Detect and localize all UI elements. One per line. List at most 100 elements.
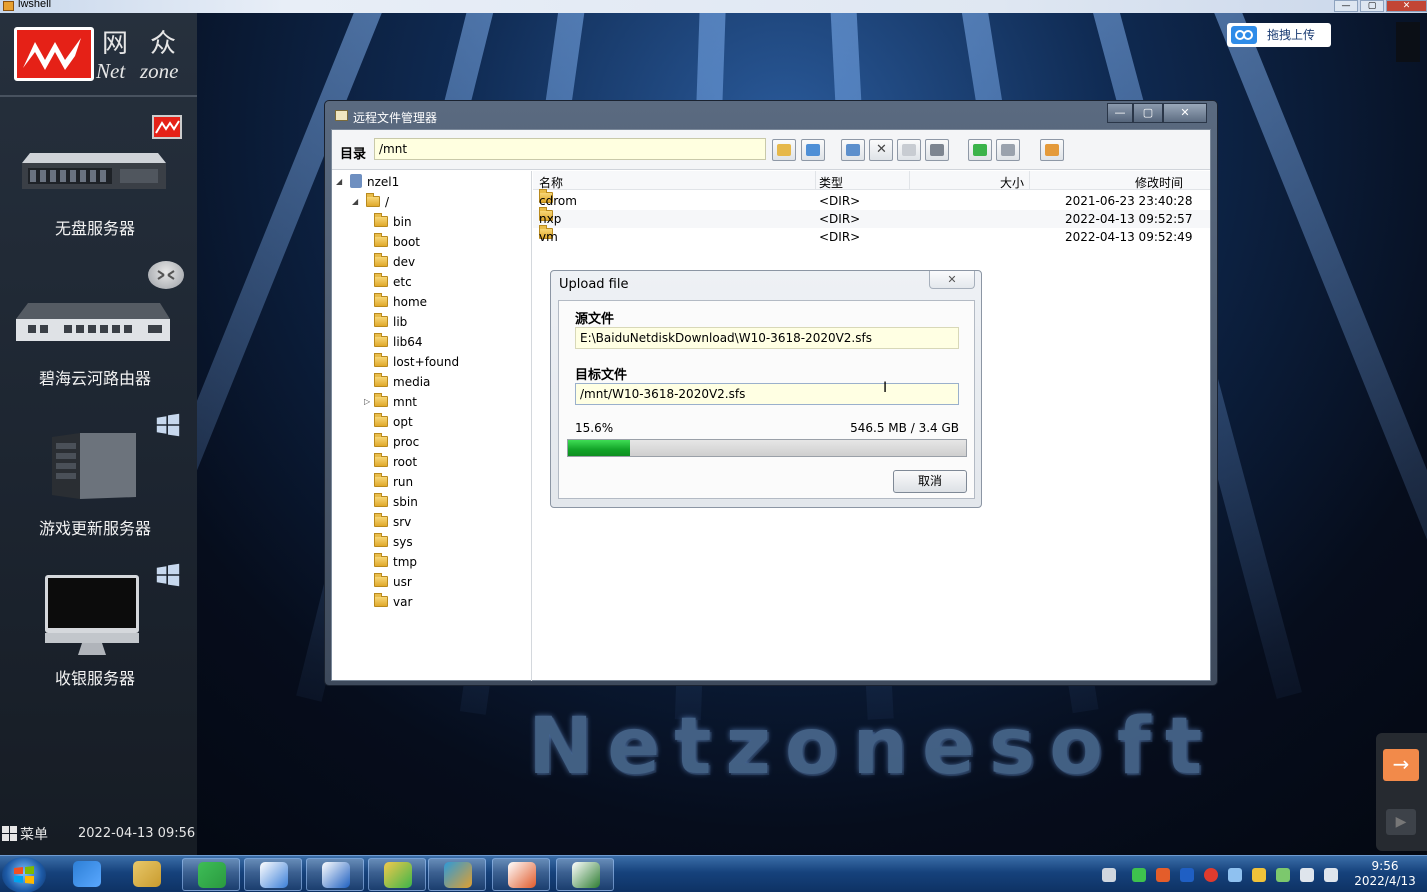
tree-folder-lost-found[interactable]: lost+found: [368, 353, 459, 371]
taskbar-app-presentation[interactable]: [556, 858, 614, 891]
office-icon: [508, 862, 536, 888]
tree-host-node[interactable]: ◢ nzel1: [336, 173, 399, 191]
tree-folder-opt[interactable]: opt: [368, 413, 413, 431]
tree-folder-lib[interactable]: lib: [368, 313, 407, 331]
folder-icon: [374, 413, 388, 427]
volume-icon[interactable]: [1300, 868, 1314, 882]
col-size-header[interactable]: 大小: [1000, 174, 1024, 191]
arrow-right-icon[interactable]: →: [1383, 749, 1419, 781]
action-center-icon[interactable]: [1324, 868, 1338, 882]
cancel-button[interactable]: 取消: [893, 470, 967, 493]
tree-root-node[interactable]: ◢ /: [352, 193, 389, 211]
sidebar-item-game-update-server[interactable]: 游戏更新服务器: [0, 411, 197, 551]
file-row[interactable]: nxp <DIR> 2022-04-13 09:52:57: [533, 207, 1210, 228]
tree-folder-media[interactable]: media: [368, 373, 430, 391]
keyboard-icon[interactable]: [1102, 868, 1116, 882]
taskbar-app-remote-desktop[interactable]: [306, 858, 364, 891]
archive-icon: [1045, 144, 1059, 156]
upload-button[interactable]: [968, 139, 992, 161]
taskbar-app-ie[interactable]: [58, 858, 116, 891]
logo-en-1: Net: [96, 59, 126, 83]
taskbar-app-wechat[interactable]: [368, 858, 426, 891]
tree-folder-root[interactable]: root: [368, 453, 417, 471]
router-badge-icon: [148, 261, 184, 289]
tree-folder-srv[interactable]: srv: [368, 513, 411, 531]
archive-button[interactable]: [1040, 139, 1064, 161]
col-modified-header[interactable]: 修改时间: [1135, 174, 1183, 191]
remote-tray-icon[interactable]: [1180, 868, 1194, 882]
tree-folder-etc[interactable]: etc: [368, 273, 412, 291]
file-row[interactable]: vm <DIR> 2022-04-13 09:52:49: [533, 225, 1210, 246]
menu-button[interactable]: 菜单: [0, 821, 60, 847]
taskbar-clock[interactable]: 9:56 2022/4/13: [1350, 859, 1420, 889]
wechat-tray-icon[interactable]: [1132, 868, 1146, 882]
folder-icon: [374, 333, 388, 347]
network-tray-icon[interactable]: [1276, 868, 1290, 882]
folder-icon: [374, 273, 388, 287]
fm-minimize-button[interactable]: —: [1107, 103, 1133, 123]
upload-dialog-close-button[interactable]: ✕: [929, 271, 975, 289]
taskbar-app-office[interactable]: [492, 858, 550, 891]
sidebar-datetime: 2022-04-13 09:56: [78, 826, 196, 841]
rename-button[interactable]: [897, 139, 921, 161]
file-modified-cell: 2022-04-13 09:52:57: [1065, 212, 1193, 226]
tree-folder-lib64[interactable]: lib64: [368, 333, 423, 351]
side-strip: [1396, 22, 1420, 62]
tree-folder-tmp[interactable]: tmp: [368, 553, 417, 571]
taskbar-app-lwshell[interactable]: [428, 858, 486, 891]
baidu-tray-icon[interactable]: [1228, 868, 1242, 882]
edit-button[interactable]: [925, 139, 949, 161]
download-button[interactable]: [996, 139, 1020, 161]
tree-folder-run[interactable]: run: [368, 473, 413, 491]
taskbar-app-360-browser[interactable]: [182, 858, 240, 891]
sidebar-item-router[interactable]: 碧海云河路由器: [0, 261, 197, 401]
taskbar-app-baidu-netdisk[interactable]: [244, 858, 302, 891]
close-button[interactable]: ✕: [1386, 0, 1427, 12]
col-type-header[interactable]: 类型: [819, 174, 843, 191]
new-folder-button[interactable]: [841, 139, 865, 161]
tree-folder-sys[interactable]: sys: [368, 533, 413, 551]
start-button[interactable]: [2, 857, 46, 892]
tree-folder-sbin[interactable]: sbin: [368, 493, 418, 511]
sidebar-item-diskless-server[interactable]: 无盘服务器: [0, 111, 197, 251]
sidebar-item-cashier-server[interactable]: 收银服务器: [0, 561, 197, 701]
floating-side-panel: → ▶: [1376, 733, 1427, 851]
upload-dialog-panel: 源文件 E:\BaiduNetdiskDownload\W10-3618-202…: [558, 300, 975, 499]
tree-folder-bin[interactable]: bin: [368, 213, 412, 231]
tray-app-icon[interactable]: [1156, 868, 1170, 882]
minimize-button[interactable]: —: [1334, 0, 1358, 12]
tree-folder-home[interactable]: home: [368, 293, 427, 311]
send-icon[interactable]: ▶: [1386, 809, 1416, 835]
dir-path-input[interactable]: /mnt: [374, 138, 766, 160]
tree-folder-boot[interactable]: boot: [368, 233, 420, 251]
tree-folder-proc[interactable]: proc: [368, 433, 419, 451]
back-button[interactable]: [772, 139, 796, 161]
source-file-field[interactable]: E:\BaiduNetdiskDownload\W10-3618-2020V2.…: [575, 327, 959, 349]
taskbar-app-explorer[interactable]: [118, 858, 176, 891]
fm-close-button[interactable]: ✕: [1163, 103, 1207, 123]
tree-folder-usr[interactable]: usr: [368, 573, 412, 591]
security-tray-icon[interactable]: [1252, 868, 1266, 882]
sidebar-item-label: 游戏更新服务器: [38, 519, 151, 538]
folder-icon: [374, 453, 388, 467]
tree-folder-label: sbin: [393, 495, 418, 509]
fm-maximize-button[interactable]: ▢: [1133, 103, 1163, 123]
maximize-button[interactable]: ▢: [1360, 0, 1384, 12]
file-row[interactable]: cdrom <DIR> 2021-06-23 23:40:28: [533, 189, 1210, 210]
tree-folder-mnt[interactable]: ▷ mnt: [364, 393, 417, 411]
folder-icon: [374, 233, 388, 247]
expand-arrow-icon[interactable]: ▷: [364, 393, 370, 411]
taskbar: 9:56 2022/4/13: [0, 855, 1427, 892]
file-type-cell: <DIR>: [819, 230, 861, 244]
delete-button[interactable]: ✕: [869, 139, 893, 161]
folder-icon: [374, 533, 388, 547]
remote-desktop-icon: [322, 862, 350, 888]
drag-upload-button[interactable]: 拖拽上传: [1227, 23, 1331, 47]
netzonesoft-watermark: Netzonesoft: [528, 702, 1217, 792]
tree-folder-dev[interactable]: dev: [368, 253, 415, 271]
tree-folder-var[interactable]: var: [368, 593, 412, 611]
refresh-button[interactable]: [801, 139, 825, 161]
tree-root-label: /: [385, 195, 390, 209]
record-tray-icon[interactable]: [1204, 868, 1218, 882]
target-file-field[interactable]: /mnt/W10-3618-2020V2.sfs: [575, 383, 959, 405]
